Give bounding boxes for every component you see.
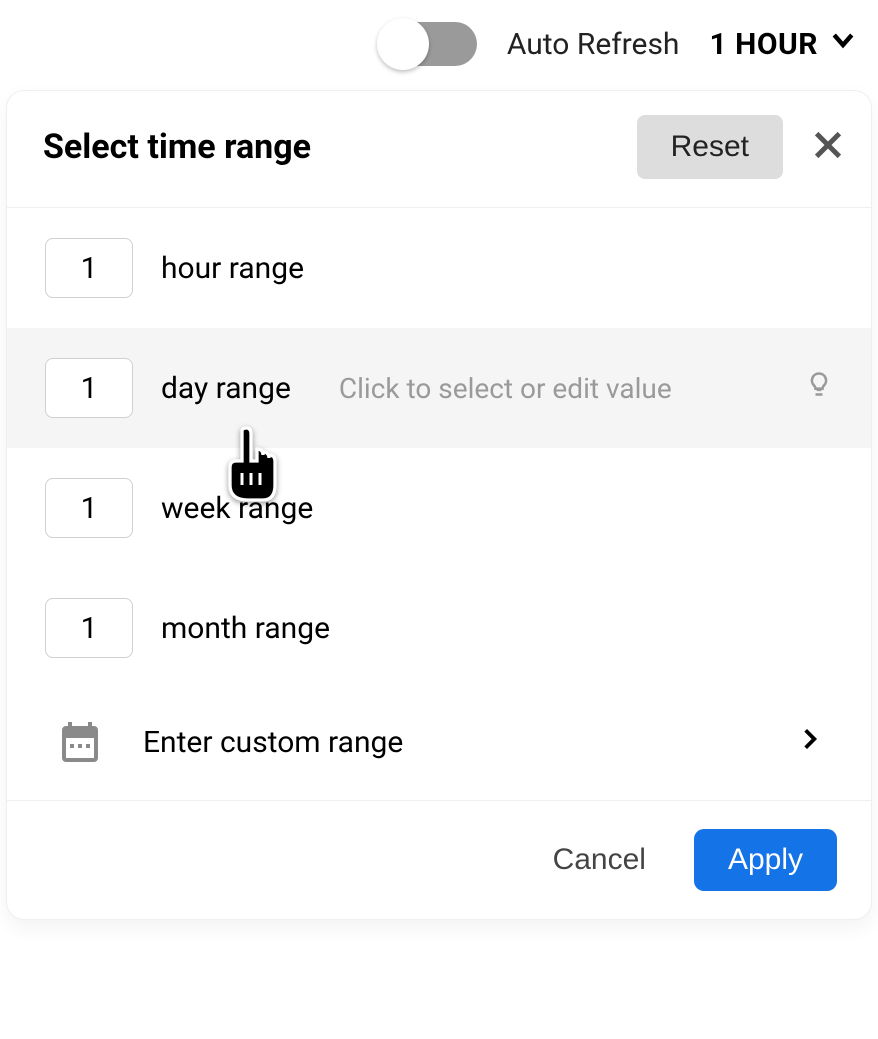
range-row-hour[interactable]: 1 hour range	[7, 208, 871, 328]
popover-header: Select time range Reset	[7, 91, 871, 208]
calendar-icon	[45, 718, 115, 766]
range-row-month[interactable]: 1 month range	[7, 568, 871, 688]
cancel-button[interactable]: Cancel	[533, 829, 666, 891]
chevron-right-icon	[797, 725, 823, 760]
close-icon	[811, 128, 845, 162]
toggle-knob	[377, 18, 429, 70]
week-label: week range	[161, 491, 313, 526]
popover-title: Select time range	[43, 127, 637, 167]
hour-value-input[interactable]: 1	[45, 238, 133, 298]
auto-refresh-label: Auto Refresh	[507, 27, 680, 62]
month-label: month range	[161, 611, 330, 646]
month-value-input[interactable]: 1	[45, 598, 133, 658]
time-range-popover: Select time range Reset 1 hour range 1 d…	[6, 90, 872, 920]
lightbulb-icon	[805, 370, 833, 406]
current-range-text: 1 HOUR	[709, 27, 818, 62]
range-row-day[interactable]: 1 day range Click to select or edit valu…	[7, 328, 871, 448]
toolbar: Auto Refresh 1 HOUR	[0, 0, 878, 76]
reset-button[interactable]: Reset	[637, 115, 783, 179]
row-hint-text: Click to select or edit value	[339, 372, 777, 405]
auto-refresh-toggle[interactable]	[381, 22, 477, 66]
week-value-input[interactable]: 1	[45, 478, 133, 538]
apply-button[interactable]: Apply	[694, 829, 837, 891]
current-range-dropdown[interactable]: 1 HOUR	[709, 25, 858, 63]
day-label: day range	[161, 371, 291, 406]
hour-label: hour range	[161, 251, 304, 286]
popover-footer: Cancel Apply	[7, 800, 871, 919]
chevron-down-icon	[828, 25, 858, 63]
custom-range-label: Enter custom range	[143, 725, 403, 760]
range-row-week[interactable]: 1 week range	[7, 448, 871, 568]
day-value-input[interactable]: 1	[45, 358, 133, 418]
custom-range-row[interactable]: Enter custom range	[7, 688, 871, 800]
close-button[interactable]	[811, 128, 845, 166]
